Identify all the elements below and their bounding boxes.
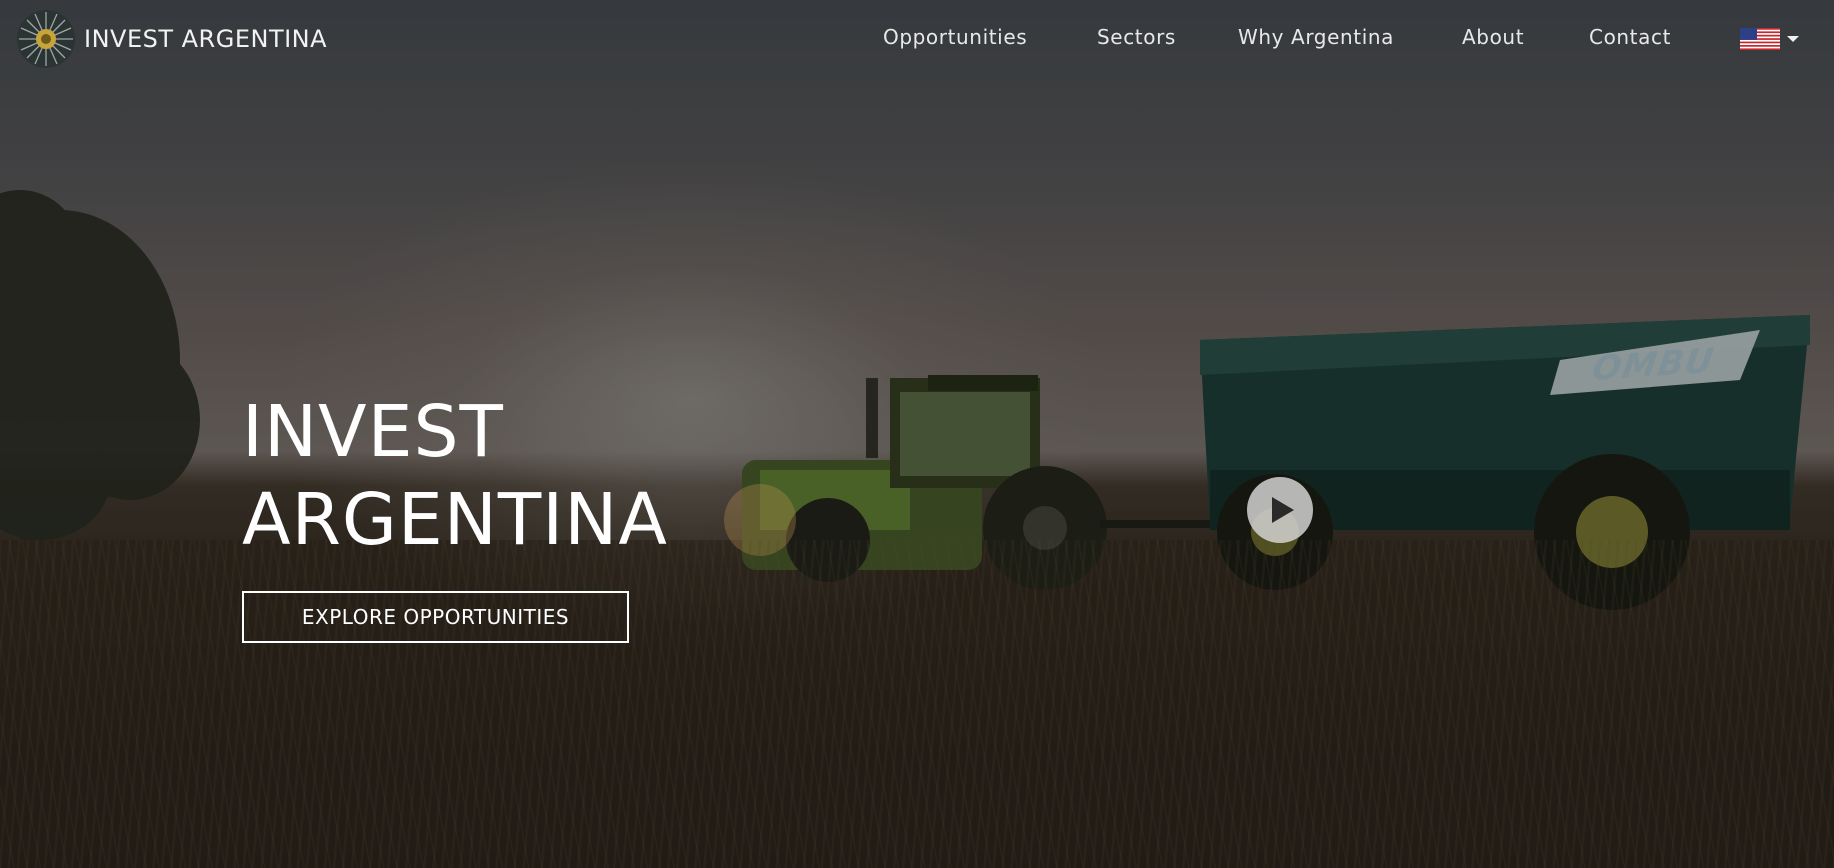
- brand-name: INVEST ARGENTINA: [84, 25, 328, 53]
- nav-contact[interactable]: Contact: [1589, 25, 1671, 49]
- us-flag-icon: [1740, 28, 1780, 50]
- explore-opportunities-button[interactable]: EXPLORE OPPORTUNITIES: [242, 591, 629, 643]
- play-video-button[interactable]: [1247, 477, 1313, 543]
- nav-about[interactable]: About: [1462, 25, 1524, 49]
- site-header: INVEST ARGENTINA Opportunities Sectors W…: [0, 0, 1834, 76]
- nav-opportunities[interactable]: Opportunities: [883, 25, 1027, 49]
- hero-section: OMBU INVEST ARGENTINA Opportunities Sect…: [0, 0, 1834, 868]
- brand-home-link[interactable]: INVEST ARGENTINA: [14, 9, 327, 69]
- language-selector[interactable]: [1740, 27, 1802, 51]
- nav-sectors[interactable]: Sectors: [1097, 25, 1176, 49]
- nav-why-argentina[interactable]: Why Argentina: [1238, 25, 1394, 49]
- sunburst-logo-icon: [17, 10, 75, 68]
- hero-title-line2: ARGENTINA: [242, 478, 668, 561]
- hero-title: INVEST ARGENTINA: [242, 388, 802, 564]
- hero-title-line1: INVEST: [242, 390, 504, 473]
- play-icon: [1272, 497, 1294, 523]
- caret-down-icon: [1787, 36, 1799, 42]
